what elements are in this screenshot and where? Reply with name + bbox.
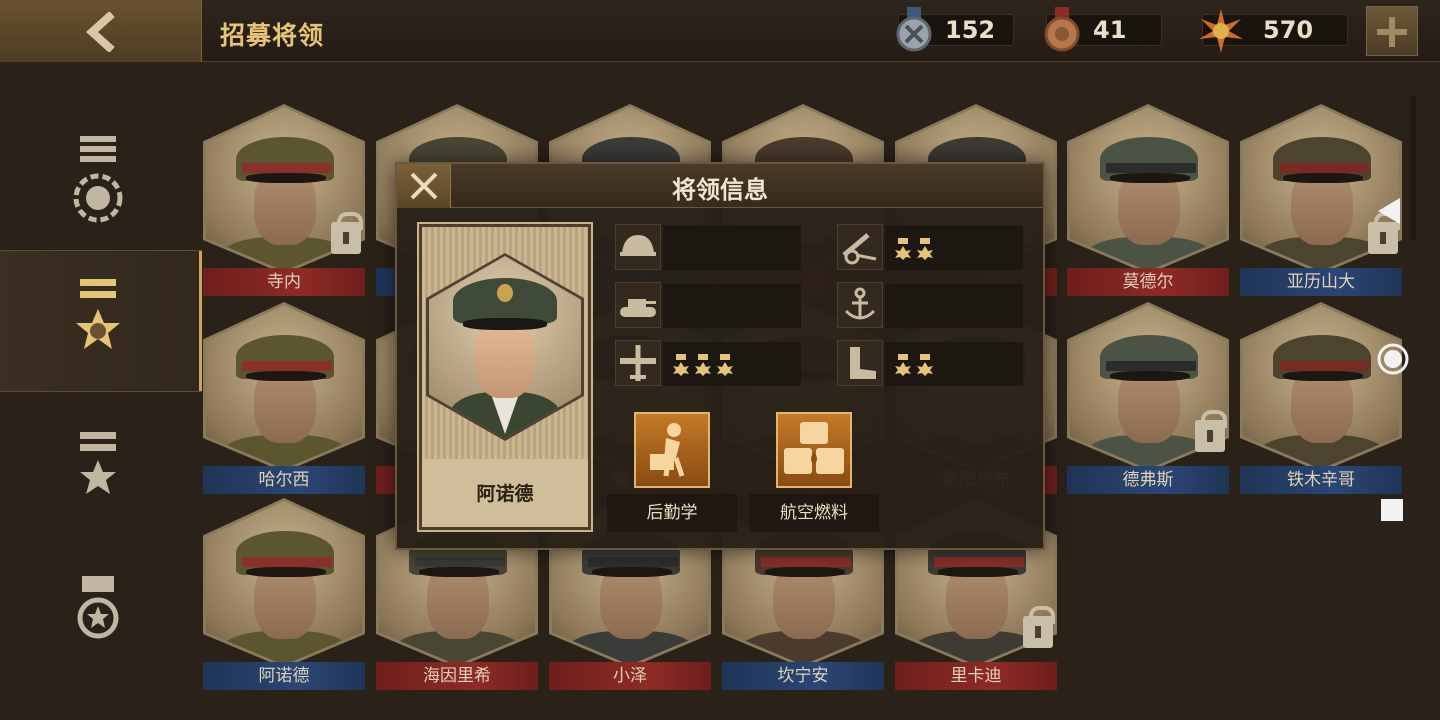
rank-tab-2[interactable]	[0, 250, 202, 392]
general-name: 阿诺德	[476, 483, 534, 505]
skill-logistics-label: 后勤学	[607, 494, 737, 532]
lock-icon	[1195, 410, 1227, 452]
rank-star	[917, 238, 933, 260]
stat-air-stars	[673, 354, 733, 376]
skill-aviation-fuel[interactable]: 航空燃料	[749, 412, 879, 546]
anchor-icon	[844, 287, 876, 320]
skill-logistics[interactable]: 后勤学	[607, 412, 737, 546]
general-card[interactable]: 哈尔西	[203, 302, 365, 494]
top-bar: 招募将领 152 41 570	[0, 0, 1440, 62]
logistics-worker-icon	[650, 423, 685, 477]
recent-apps-icon[interactable]	[1380, 498, 1404, 522]
stat-march	[837, 340, 1023, 386]
general-name-plate: 里卡迪	[895, 662, 1057, 690]
rank-tab-3[interactable]	[0, 392, 202, 534]
add-resource-button[interactable]	[1366, 6, 1418, 56]
artillery-icon	[842, 233, 877, 265]
general-name-plate: 阿诺德	[203, 662, 365, 690]
general-portrait	[426, 253, 584, 441]
stat-artillery-stars	[895, 238, 933, 260]
stat-air	[615, 340, 801, 386]
general-portrait-frame	[1067, 104, 1229, 274]
rank-badge-1-icon	[73, 136, 123, 223]
general-portrait-frame	[1240, 302, 1402, 472]
page-title: 招募将领	[220, 21, 325, 50]
silver-medal-count: 152	[945, 16, 996, 44]
general-name-plate: 德弗斯	[1067, 466, 1229, 494]
close-icon	[410, 172, 438, 200]
plane-icon	[620, 345, 656, 381]
tank-icon	[620, 299, 656, 317]
resource-silver-medal: 152	[896, 7, 1014, 52]
rank-star	[717, 354, 733, 376]
rank-star	[895, 238, 911, 260]
chevron-left-icon	[86, 12, 115, 52]
stat-artillery	[837, 224, 1023, 270]
sun-badge-icon	[1199, 9, 1243, 53]
general-portrait-frame	[203, 302, 365, 472]
home-circle-icon[interactable]	[1376, 342, 1410, 376]
rank-tab-4[interactable]	[0, 534, 202, 676]
general-name-plate: 莫德尔	[1067, 268, 1229, 296]
back-triangle-icon[interactable]	[1374, 196, 1404, 226]
sun-badge-count: 570	[1263, 16, 1314, 44]
rank-star	[673, 354, 689, 376]
helmet-icon	[620, 235, 656, 256]
rank-badge-2-icon	[76, 279, 120, 349]
general-card[interactable]: 莫德尔	[1067, 104, 1229, 296]
rank-star	[917, 354, 933, 376]
general-info-dialog: 将领信息 阿诺德 后勤学 航空燃料	[395, 162, 1045, 550]
lock-icon	[1023, 606, 1055, 648]
general-name-plate: 海因里希	[376, 662, 538, 690]
general-card[interactable]: 阿诺德	[203, 498, 365, 690]
general-name-plate: 哈尔西	[203, 466, 365, 494]
general-portrait-card: 阿诺德	[417, 222, 593, 532]
stat-navy	[837, 282, 1023, 328]
general-name-plate: 小泽	[549, 662, 711, 690]
general-card[interactable]: 寺内	[203, 104, 365, 296]
stat-march-stars	[895, 354, 933, 376]
lock-icon	[331, 212, 363, 254]
general-name-plate: 铁木辛哥	[1240, 466, 1402, 494]
stat-armor	[615, 282, 801, 328]
boot-icon	[850, 347, 876, 379]
bronze-medal-count: 41	[1093, 16, 1127, 44]
skill-aviation-fuel-label: 航空燃料	[749, 494, 879, 532]
rank-badge-3-icon	[80, 432, 116, 494]
stat-infantry	[615, 224, 801, 270]
dialog-title: 将领信息	[672, 176, 768, 204]
general-portrait-frame	[203, 498, 365, 668]
general-card[interactable]: 铁木辛哥	[1240, 302, 1402, 494]
rank-tab-1[interactable]	[0, 108, 202, 250]
rank-badge-4-icon	[77, 576, 119, 639]
scrollbar[interactable]	[1410, 96, 1416, 240]
resource-sun-badge: 570	[1199, 9, 1348, 53]
rank-star	[895, 354, 911, 376]
bronze-medal-icon	[1044, 7, 1080, 52]
general-name-plate: 寺内	[203, 268, 365, 296]
close-button[interactable]	[397, 164, 451, 208]
back-button[interactable]	[0, 0, 202, 62]
resource-bronze-medal: 41	[1044, 7, 1162, 52]
dialog-header: 将领信息	[397, 164, 1043, 208]
lock-icon	[1368, 212, 1400, 254]
general-name-plate: 坎宁安	[722, 662, 884, 690]
rank-star	[695, 354, 711, 376]
silver-medal-icon	[896, 7, 932, 52]
fuel-barrels-icon	[784, 422, 844, 474]
general-card[interactable]: 德弗斯	[1067, 302, 1229, 494]
general-name-plate: 亚历山大	[1240, 268, 1402, 296]
